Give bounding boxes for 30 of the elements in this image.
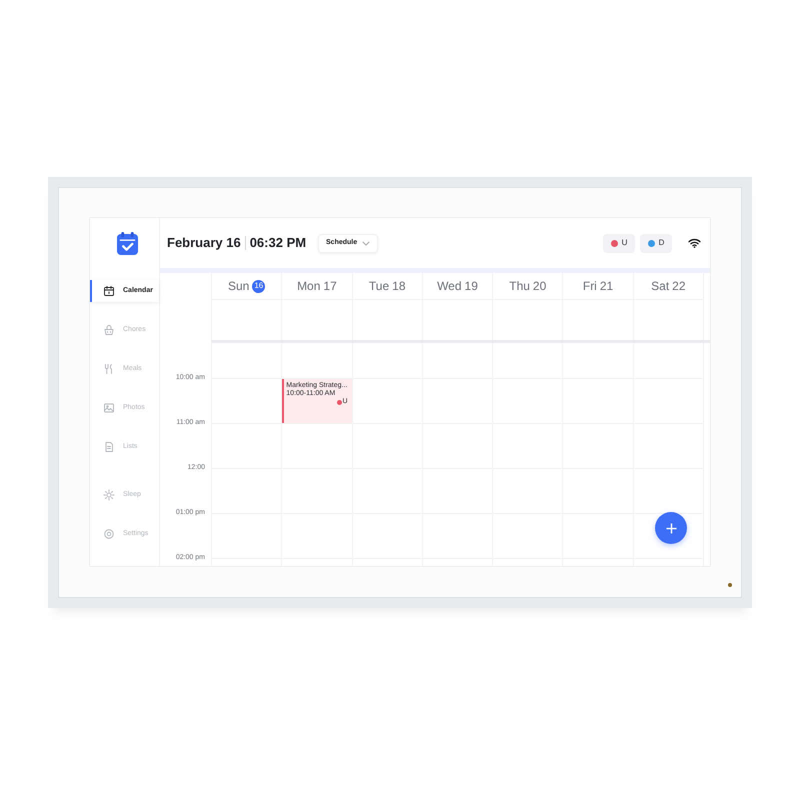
profile-chip[interactable]: U [603,234,635,252]
day-date: 19 [464,278,478,295]
header-date: February 16 [167,234,241,252]
document-icon [103,441,115,453]
image-icon [103,402,115,414]
day-date: 16 [252,280,266,292]
day-date: 22 [672,278,686,295]
day-date: 21 [600,278,614,295]
day-date: 17 [323,278,337,295]
basket-icon [103,324,115,336]
day-date: 18 [392,278,406,295]
day-name: Sun [228,278,250,295]
day-name: Mon [297,278,320,295]
day-name: Wed [437,278,462,295]
profile-chip[interactable]: D [640,234,672,252]
day-name: Fri [582,278,597,295]
day-name: Sat [651,278,670,295]
wifi-icon [688,238,701,248]
utensils-icon [103,363,115,375]
calendar-icon [103,285,115,297]
day-name: Thu [509,278,530,295]
calendar-check-icon [117,232,138,254]
day-name: Tue [368,278,390,295]
header-time: 06:32 PM [250,234,306,252]
settings-icon [103,528,115,540]
add-event-button[interactable] [655,512,687,544]
caret-icon [362,240,370,246]
plus-icon [666,522,676,534]
sun-icon [103,489,115,501]
day-date: 20 [532,278,546,295]
